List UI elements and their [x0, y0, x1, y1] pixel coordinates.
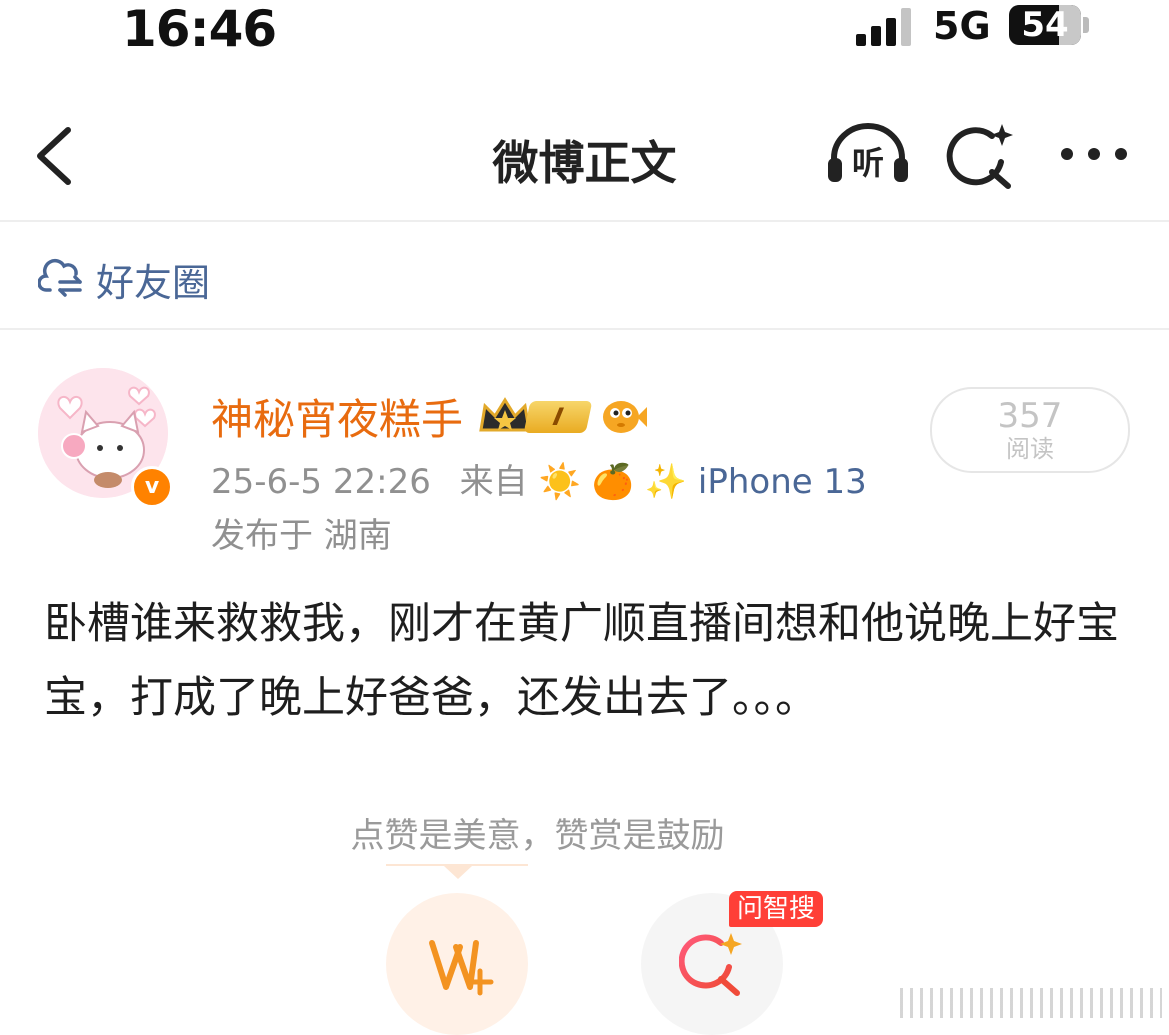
level-badge-icon: I [523, 400, 593, 433]
friend-circle-label[interactable]: 好友圈 [96, 252, 210, 307]
more-dots-icon[interactable] [1058, 142, 1130, 166]
status-time: 16:46 [122, 0, 277, 58]
listen-button[interactable]: 听 [824, 120, 912, 190]
level-text: I [550, 402, 566, 431]
post-meta: 25-6-5 22:26 来自 ☀️ 🍊 ✨ iPhone 13 [211, 454, 867, 503]
battery-icon: 54 [1009, 5, 1081, 45]
listen-glyph: 听 [851, 144, 884, 182]
nav-divider [0, 220, 1169, 222]
reward-hint: 点赞是美意，赞赏是鼓励 [350, 816, 725, 856]
source-prefix: 来自 [459, 462, 528, 502]
reward-v-plus-icon [429, 940, 494, 996]
search-badge: 问智搜 [729, 891, 824, 927]
device-name[interactable]: iPhone 13 [698, 462, 867, 502]
section-divider [0, 328, 1169, 330]
battery-tip [1083, 17, 1089, 33]
verified-v-icon: v [131, 466, 173, 508]
image-watermark [900, 988, 1162, 1018]
read-count: 357 [997, 396, 1063, 436]
ai-search-icon[interactable] [946, 122, 1016, 190]
source-emojis: ☀️ 🍊 ✨ [538, 462, 688, 502]
network-type: 5G [933, 4, 991, 48]
user-name[interactable]: 神秘宵夜糕手 [211, 386, 463, 447]
post-location: 发布于 湖南 [211, 516, 392, 556]
cloud-sync-icon [38, 259, 82, 297]
read-count-pill: 357 阅读 [930, 387, 1130, 473]
battery-level: 54 [1021, 5, 1069, 45]
pufferfish-icon [603, 400, 648, 433]
cellular-signal-icon [856, 8, 914, 46]
user-name-row: 神秘宵夜糕手 I [211, 386, 649, 447]
post-date: 25-6-5 22:26 [211, 462, 431, 502]
ai-search-icon [679, 933, 742, 996]
reward-button[interactable] [386, 893, 528, 1035]
hint-arrow [444, 866, 472, 879]
read-label: 阅读 [1006, 435, 1054, 463]
post-text: 卧槽谁来救救我，刚才在黄广顺直播间想和他说晚上好宝宝，打成了晚上好爸爸，还发出去… [44, 599, 1119, 723]
